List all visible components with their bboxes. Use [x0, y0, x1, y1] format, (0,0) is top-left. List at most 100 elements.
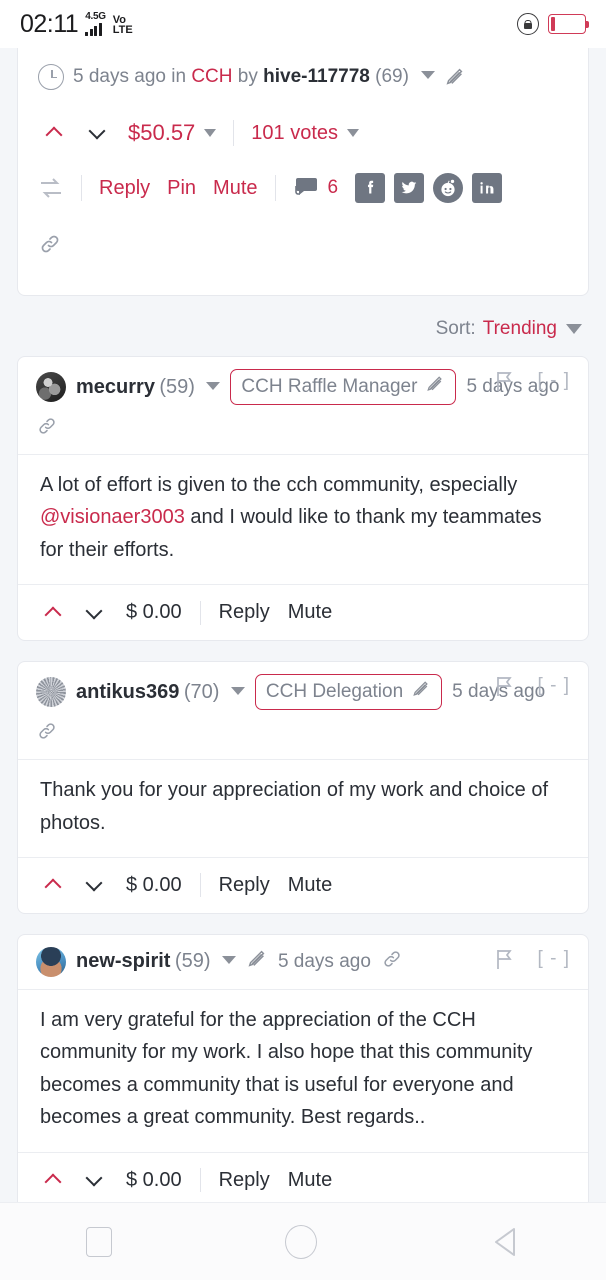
comment-actions: Reply Mute: [219, 601, 333, 624]
facebook-icon[interactable]: [355, 173, 386, 203]
volte-bottom: LTE: [112, 24, 133, 37]
link-icon[interactable]: [381, 948, 403, 975]
post-author-link[interactable]: hive-117778: [263, 66, 370, 87]
comment-mention-link[interactable]: @visionaer3003: [40, 506, 185, 528]
avatar[interactable]: [36, 372, 66, 402]
comment-reply-button[interactable]: Reply: [219, 601, 270, 624]
status-bar: 02:11 4.5G Vo LTE: [0, 0, 606, 48]
post-card: 5 days ago in CCH by hive-117778 (69) $5…: [17, 48, 589, 296]
comment-author-block: mecurry (59): [76, 375, 221, 399]
comment-author[interactable]: mecurry: [76, 376, 155, 398]
post-in-word: in: [171, 66, 187, 87]
comment-header-actions: [ - ]: [494, 675, 570, 697]
comment-body: A lot of effort is given to the cch comm…: [18, 454, 588, 584]
link-icon[interactable]: [38, 235, 62, 260]
downvote-icon[interactable]: [81, 118, 112, 149]
flag-icon[interactable]: [494, 370, 514, 392]
comment-header: antikus369 (70) CCH Delegation 5 days ag…: [18, 662, 588, 720]
chevron-down-icon[interactable]: [421, 71, 436, 79]
chevron-down-icon[interactable]: [230, 686, 245, 695]
upvote-icon[interactable]: [38, 118, 69, 149]
comment-role-badge[interactable]: CCH Raffle Manager: [230, 369, 457, 405]
clock-icon: [38, 64, 64, 90]
scroll-content[interactable]: 5 days ago in CCH by hive-117778 (69) $5…: [0, 48, 606, 1202]
post-mute-button[interactable]: Mute: [213, 177, 257, 200]
downvote-icon[interactable]: [79, 871, 108, 900]
chevron-down-icon[interactable]: [566, 324, 582, 334]
comment-body: I am very grateful for the appreciation …: [18, 988, 588, 1152]
comment-body: Thank you for your appreciation of my wo…: [18, 759, 588, 857]
link-icon[interactable]: [36, 415, 58, 442]
divider: [199, 600, 201, 625]
comment-item: antikus369 (70) CCH Delegation 5 days ag…: [17, 661, 589, 914]
upvote-icon[interactable]: [38, 1166, 67, 1195]
flag-icon[interactable]: [494, 675, 514, 697]
divider: [81, 175, 82, 201]
post-action-links: Reply Pin Mute: [99, 177, 258, 200]
pen-icon: [246, 948, 268, 975]
post-meta-row: 5 days ago in CCH by hive-117778 (69): [18, 48, 588, 106]
status-bar-right: [517, 13, 589, 35]
sort-bar[interactable]: Sort: Trending: [0, 296, 606, 356]
triangle-back-icon[interactable]: [490, 1225, 520, 1259]
avatar[interactable]: [36, 946, 66, 977]
comment-collapse-toggle[interactable]: [ - ]: [538, 948, 570, 970]
comment-footer: $ 0.00 Reply Mute: [18, 856, 588, 913]
post-action-row: Reply Pin Mute 6: [18, 160, 588, 216]
android-nav-bar: [0, 1202, 606, 1280]
post-meta-text: 5 days ago in CCH by hive-117778 (69): [73, 66, 436, 88]
comment-payout[interactable]: $ 0.00: [126, 874, 182, 897]
post-pin-button[interactable]: Pin: [167, 177, 196, 200]
reddit-icon[interactable]: [433, 173, 464, 203]
comment-collapse-toggle[interactable]: [ - ]: [538, 370, 570, 392]
post-author-reputation: (69): [375, 66, 409, 87]
post-community-link[interactable]: CCH: [191, 66, 232, 87]
comment-author[interactable]: antikus369: [76, 681, 179, 703]
comment-author-block: antikus369 (70): [76, 681, 245, 704]
twitter-icon[interactable]: [394, 173, 425, 203]
sort-value[interactable]: Trending: [483, 318, 557, 340]
comment-footer: $ 0.00 Reply Mute: [18, 1151, 588, 1202]
post-payout[interactable]: $50.57: [128, 120, 195, 146]
divider: [199, 873, 201, 898]
comment-mute-button[interactable]: Mute: [288, 1169, 332, 1192]
reblog-icon[interactable]: [38, 177, 64, 199]
comment-author[interactable]: new-spirit: [76, 950, 170, 972]
post-votes-count[interactable]: 101 votes: [251, 122, 338, 145]
comment-role-label: CCH Delegation: [265, 681, 404, 703]
comment-reply-button[interactable]: Reply: [219, 1169, 270, 1192]
network-type-label: 4.5G: [85, 10, 106, 22]
comment-mute-button[interactable]: Mute: [288, 874, 332, 897]
upvote-icon[interactable]: [38, 598, 67, 627]
avatar[interactable]: [36, 677, 66, 708]
chevron-down-icon[interactable]: [221, 956, 236, 965]
pen-icon: [444, 66, 466, 88]
downvote-icon[interactable]: [79, 598, 108, 627]
circle-home-icon[interactable]: [284, 1224, 317, 1259]
post-reply-button[interactable]: Reply: [99, 177, 150, 200]
post-vote-row: $50.57 101 votes: [18, 106, 588, 160]
payout-chevron-down-icon[interactable]: [204, 129, 217, 137]
upvote-icon[interactable]: [38, 871, 67, 900]
comment-icon[interactable]: [293, 177, 319, 199]
flag-icon[interactable]: [494, 948, 514, 970]
link-icon[interactable]: [36, 720, 58, 747]
linkedin-icon[interactable]: [472, 173, 503, 203]
comment-role-badge[interactable]: CCH Delegation: [254, 674, 443, 711]
square-recents-icon[interactable]: [86, 1226, 113, 1257]
comment-mute-button[interactable]: Mute: [288, 601, 332, 624]
comment-payout[interactable]: $ 0.00: [126, 1169, 182, 1192]
comment-author-block: new-spirit (59): [76, 950, 236, 973]
comment-header-actions: [ - ]: [494, 370, 570, 392]
votes-chevron-down-icon[interactable]: [347, 129, 360, 137]
comment-collapse-toggle[interactable]: [ - ]: [538, 675, 570, 697]
comment-reputation: (59): [159, 375, 195, 398]
comment-actions: Reply Mute: [219, 874, 333, 897]
phone-screen: 02:11 4.5G Vo LTE 5 days ago in CCH by h…: [0, 0, 606, 1280]
sort-label: Sort:: [435, 318, 476, 339]
comment-payout[interactable]: $ 0.00: [126, 601, 182, 624]
downvote-icon[interactable]: [79, 1166, 108, 1195]
chevron-down-icon[interactable]: [206, 381, 221, 390]
battery-icon: [548, 14, 589, 34]
comment-reply-button[interactable]: Reply: [219, 874, 270, 897]
